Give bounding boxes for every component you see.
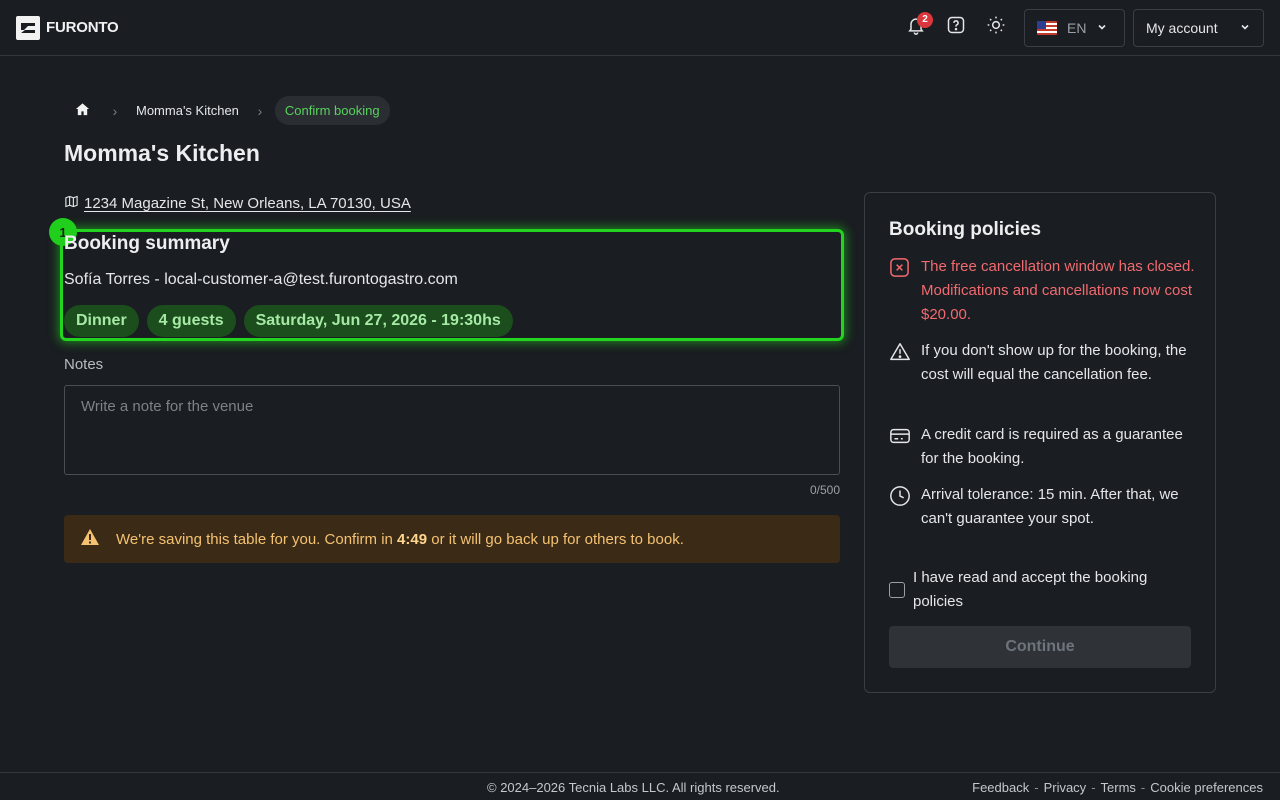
credit-card-icon bbox=[889, 423, 911, 471]
alert-text-after: or it will go back up for others to book… bbox=[431, 530, 684, 548]
hold-timer-alert: We're saving this table for you. Confirm… bbox=[64, 515, 840, 563]
warning-icon bbox=[80, 528, 100, 550]
breadcrumb-home[interactable] bbox=[64, 96, 100, 125]
notes-input[interactable] bbox=[64, 385, 840, 475]
notification-badge: 2 bbox=[917, 11, 933, 28]
policy-credit-card: A credit card is required as a guarantee… bbox=[889, 423, 1199, 471]
breadcrumb-separator: › bbox=[112, 102, 118, 119]
footer-separator: - bbox=[1140, 780, 1146, 795]
booking-policies-panel: Booking policies The free cancellation w… bbox=[864, 192, 1216, 693]
policy-text: The free cancellation window has closed.… bbox=[921, 258, 1195, 323]
policy-text: A credit card is required as a guarantee… bbox=[921, 426, 1183, 467]
notifications-button[interactable]: 2 bbox=[898, 10, 934, 46]
account-menu-button[interactable]: My account bbox=[1133, 8, 1264, 47]
breadcrumb-current: Confirm booking bbox=[274, 96, 390, 125]
alert-triangle-icon bbox=[889, 339, 911, 387]
x-square-icon bbox=[889, 255, 911, 327]
language-label: EN bbox=[1067, 19, 1087, 36]
page-title: Momma's Kitchen bbox=[64, 140, 260, 166]
breadcrumb: › Momma's Kitchen › Confirm booking bbox=[64, 96, 390, 125]
clock-icon bbox=[889, 483, 911, 531]
breadcrumb-venue[interactable]: Momma's Kitchen bbox=[130, 103, 245, 118]
brand-name: FURONTO bbox=[46, 19, 119, 36]
chip-datetime: Saturday, Jun 27, 2026 - 19:30hs bbox=[243, 305, 513, 337]
accept-policies-row[interactable]: I have read and accept the booking polic… bbox=[889, 566, 1199, 614]
accept-policies-checkbox[interactable] bbox=[889, 582, 905, 598]
help-button[interactable] bbox=[938, 10, 974, 46]
chip-guests: 4 guests bbox=[146, 305, 236, 337]
footer-link-terms[interactable]: Terms bbox=[1101, 780, 1136, 795]
venue-address-link[interactable]: 1234 Magazine St, New Orleans, LA 70130,… bbox=[64, 194, 411, 213]
help-icon bbox=[946, 15, 966, 40]
copyright: © 2024–2026 Tecnia Labs LLC. All rights … bbox=[487, 780, 780, 795]
map-icon bbox=[64, 194, 79, 213]
accept-policies-label[interactable]: I have read and accept the booking polic… bbox=[913, 566, 1199, 614]
language-selector[interactable]: EN bbox=[1024, 8, 1125, 47]
footer-link-privacy[interactable]: Privacy bbox=[1044, 780, 1087, 795]
notes-char-counter: 0/500 bbox=[809, 483, 840, 497]
venue-address: 1234 Magazine St, New Orleans, LA 70130,… bbox=[84, 195, 411, 212]
home-icon bbox=[75, 102, 90, 120]
chevron-down-icon bbox=[1239, 20, 1251, 36]
footer: © 2024–2026 Tecnia Labs LLC. All rights … bbox=[0, 772, 1280, 800]
alert-text: We're saving this table for you. Confirm… bbox=[116, 531, 684, 548]
theme-toggle[interactable] bbox=[978, 10, 1014, 46]
policies-title: Booking policies bbox=[889, 219, 1042, 240]
footer-link-feedback[interactable]: Feedback bbox=[972, 780, 1029, 795]
policy-cancellation: The free cancellation window has closed.… bbox=[889, 255, 1199, 327]
chip-meal: Dinner bbox=[64, 305, 139, 337]
account-label: My account bbox=[1146, 19, 1218, 36]
chevron-down-icon bbox=[1096, 20, 1108, 36]
top-bar: FURONTO 2 EN My account bbox=[0, 0, 1280, 56]
notes-label: Notes bbox=[64, 356, 104, 373]
alert-text-before: We're saving this table for you. Confirm… bbox=[116, 530, 393, 548]
booking-customer: Sofía Torres - local-customer-a@test.fur… bbox=[64, 271, 458, 288]
continue-button[interactable]: Continue bbox=[889, 626, 1191, 668]
booking-summary-title: Booking summary bbox=[64, 233, 230, 254]
hold-countdown: 4:49 bbox=[397, 530, 428, 548]
policy-arrival-tolerance: Arrival tolerance: 15 min. After that, w… bbox=[889, 483, 1199, 531]
footer-links: Feedback - Privacy - Terms - Cookie pref… bbox=[972, 780, 1263, 795]
breadcrumb-separator: › bbox=[257, 102, 263, 119]
policy-no-show: If you don't show up for the booking, th… bbox=[889, 339, 1199, 387]
footer-link-cookies[interactable]: Cookie preferences bbox=[1150, 780, 1263, 795]
footer-separator: - bbox=[1034, 780, 1039, 795]
sun-icon bbox=[986, 15, 1006, 40]
brand-logo[interactable]: FURONTO bbox=[16, 15, 119, 40]
flag-us-icon bbox=[1037, 20, 1057, 35]
booking-chips: Dinner 4 guests Saturday, Jun 27, 2026 -… bbox=[64, 305, 513, 337]
policy-text: If you don't show up for the booking, th… bbox=[921, 342, 1187, 383]
policy-text: Arrival tolerance: 15 min. After that, w… bbox=[921, 486, 1179, 527]
logo-icon bbox=[16, 15, 40, 40]
footer-separator: - bbox=[1091, 780, 1096, 795]
